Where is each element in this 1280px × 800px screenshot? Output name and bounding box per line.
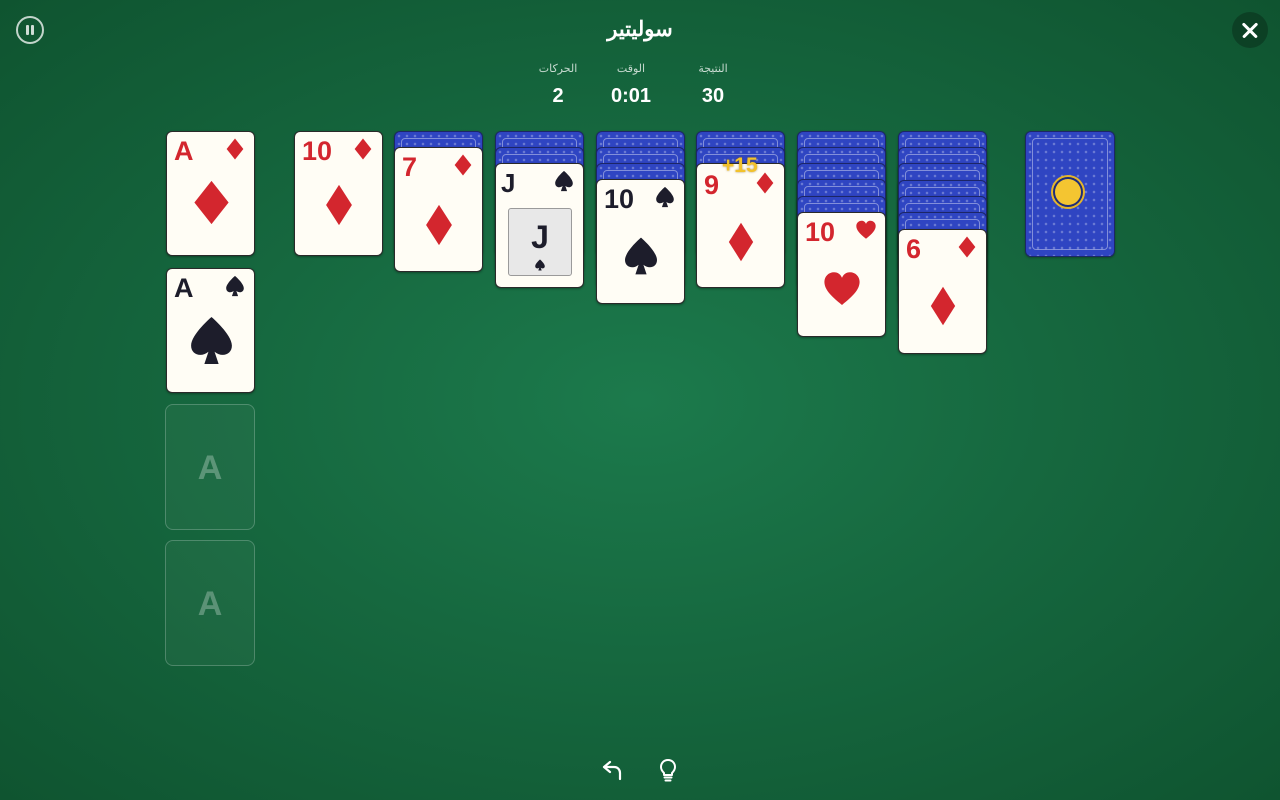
diamond-icon bbox=[194, 180, 229, 225]
tableau-card[interactable]: J J bbox=[495, 163, 584, 288]
diamond-icon bbox=[354, 138, 372, 160]
card-rank: A bbox=[174, 273, 194, 303]
diamond-icon bbox=[958, 236, 976, 258]
diamond-icon bbox=[728, 222, 754, 262]
foundation-slot-empty[interactable]: A bbox=[165, 540, 255, 666]
tableau-card[interactable]: 10 bbox=[294, 131, 383, 256]
diamond-icon bbox=[454, 154, 472, 176]
time-stat: الوقت 0:01 bbox=[586, 62, 676, 108]
tableau-card[interactable]: 7 bbox=[394, 147, 483, 272]
tableau-card[interactable]: 6 bbox=[898, 229, 987, 354]
heart-icon bbox=[856, 220, 876, 239]
close-button[interactable] bbox=[1232, 12, 1268, 48]
foundation-card-spades[interactable]: A bbox=[166, 268, 255, 393]
time-label: الوقت bbox=[616, 63, 646, 75]
foundation-card-diamonds[interactable]: A bbox=[166, 131, 255, 256]
score-label: النتيجة bbox=[698, 63, 728, 75]
spade-icon bbox=[226, 275, 244, 297]
card-rank: J bbox=[501, 168, 516, 198]
spade-icon bbox=[535, 259, 545, 271]
card-rank: A bbox=[174, 136, 194, 166]
face-card-illustration: J bbox=[508, 208, 572, 276]
spade-icon bbox=[555, 170, 573, 192]
card-rank: 6 bbox=[906, 234, 922, 264]
stock-pile[interactable] bbox=[1025, 131, 1115, 257]
undo-icon[interactable] bbox=[599, 756, 627, 784]
diamond-icon bbox=[426, 204, 452, 246]
diamond-icon bbox=[930, 286, 956, 326]
card-rank: 10 bbox=[805, 217, 836, 247]
card-rank: 10 bbox=[604, 184, 635, 214]
coin-medal-icon bbox=[1055, 179, 1081, 205]
spade-icon bbox=[656, 186, 674, 208]
face-card-rank: J bbox=[531, 219, 549, 255]
score-value: 30 bbox=[701, 85, 725, 107]
card-rank: 10 bbox=[302, 136, 333, 166]
spade-icon bbox=[191, 317, 232, 364]
lightbulb-icon[interactable] bbox=[654, 756, 682, 784]
score-stat: النتيجة 30 bbox=[668, 62, 758, 108]
foundation-slot-label: A bbox=[197, 449, 223, 487]
score-bonus-popup: +15 bbox=[722, 154, 758, 177]
foundation-slot-label: A bbox=[197, 585, 223, 623]
diamond-icon bbox=[226, 138, 244, 160]
card-rank: 7 bbox=[402, 152, 418, 182]
tableau-card[interactable]: 10 bbox=[797, 212, 886, 337]
heart-icon bbox=[824, 272, 860, 305]
tableau-card[interactable]: 9 bbox=[696, 163, 785, 288]
pause-button[interactable] bbox=[16, 16, 44, 44]
diamond-icon bbox=[326, 184, 352, 226]
time-value: 0:01 bbox=[610, 85, 652, 107]
card-rank: 9 bbox=[704, 170, 720, 200]
tableau-card[interactable]: 10 bbox=[596, 179, 685, 304]
foundation-slot-empty[interactable]: A bbox=[165, 404, 255, 530]
spade-icon bbox=[625, 237, 657, 275]
game-title: سوليتير bbox=[607, 18, 673, 41]
